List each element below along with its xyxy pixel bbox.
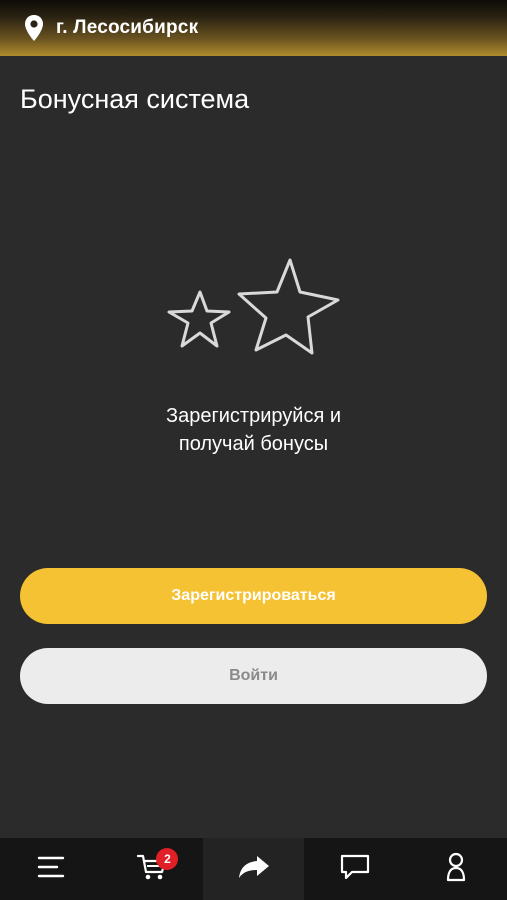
nav-profile[interactable]: [406, 838, 507, 900]
share-icon: [237, 854, 271, 885]
city-label: г. Лесосибирск: [56, 17, 199, 38]
location-pin-icon: [24, 14, 44, 42]
location-header[interactable]: г. Лесосибирск: [0, 0, 507, 56]
promo-line-1: Зарегистрируйся и: [166, 405, 341, 427]
nav-chat[interactable]: [304, 838, 405, 900]
chat-icon: [339, 853, 371, 886]
promo-line-2: получай бонусы: [178, 433, 329, 455]
nav-menu[interactable]: [0, 838, 101, 900]
nav-cart[interactable]: 2: [101, 838, 202, 900]
nav-share[interactable]: [202, 838, 305, 900]
cart-count-badge: 2: [156, 848, 179, 870]
menu-icon: [37, 855, 65, 884]
bottom-navigation: 2: [0, 838, 507, 900]
promo-text: Зарегистрируйся и получай бонусы: [0, 402, 507, 458]
stars-icon: [160, 252, 350, 372]
profile-icon: [445, 852, 467, 887]
login-button[interactable]: Войти: [20, 648, 487, 704]
page-title: Бонусная система: [20, 84, 250, 114]
register-button[interactable]: Зарегистрироваться: [20, 568, 487, 624]
